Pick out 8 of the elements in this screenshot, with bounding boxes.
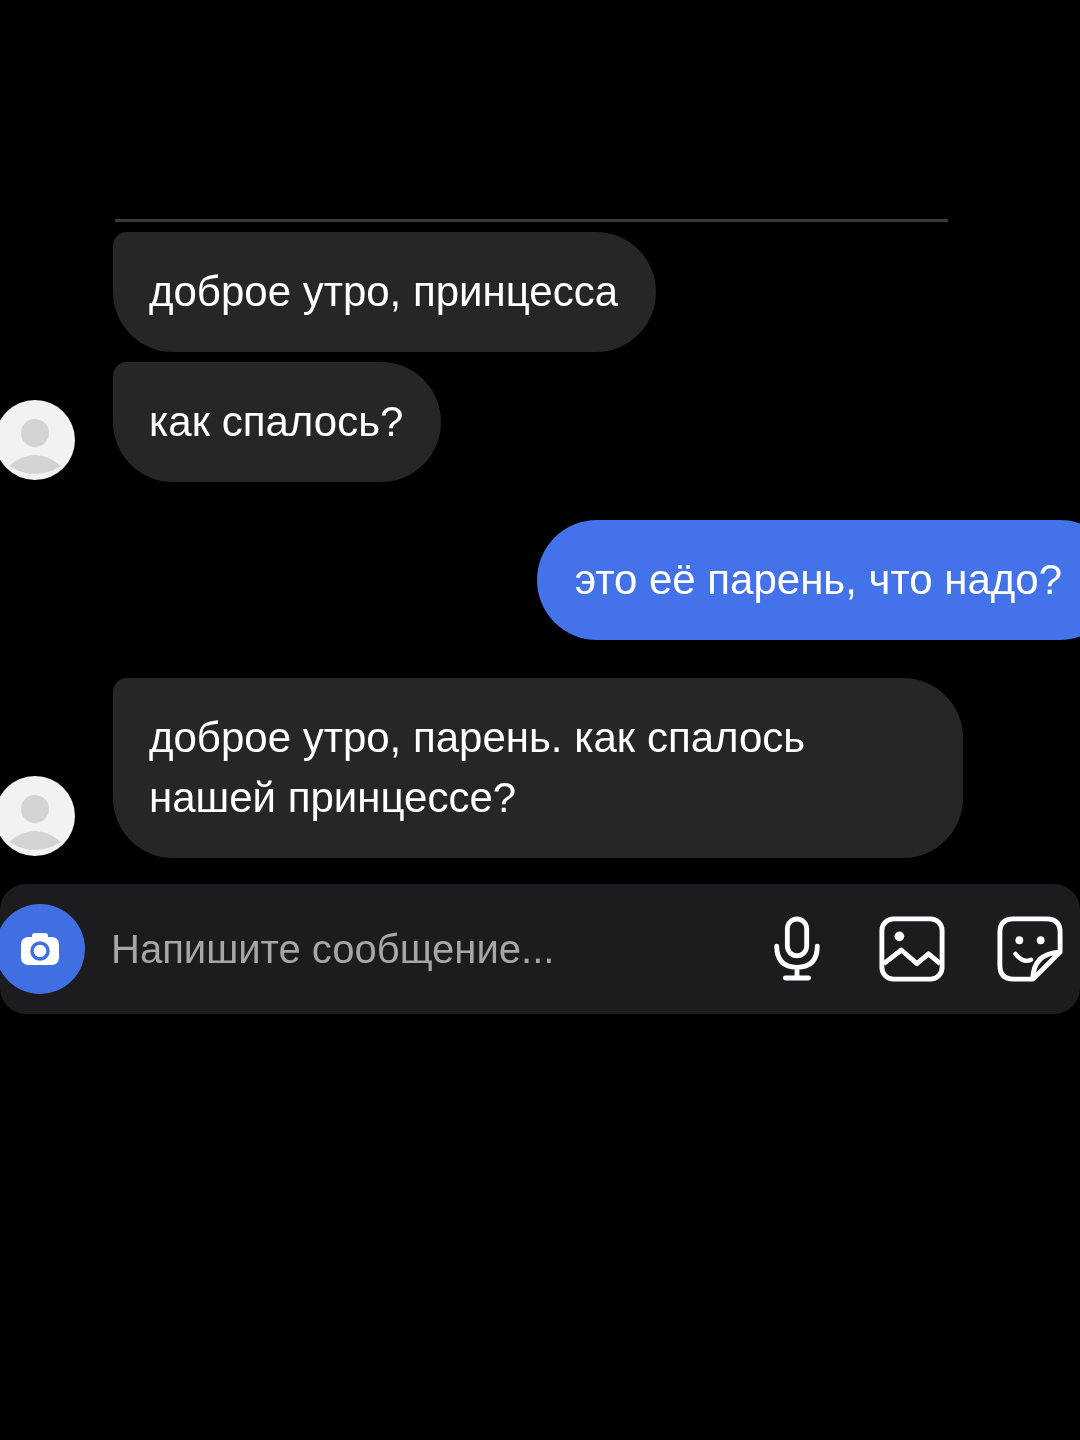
message-bubble: как спалось? [113, 362, 442, 482]
message-bubble: доброе утро, принцесса [113, 232, 656, 352]
message-bubble: это её парень, что надо? [536, 520, 1080, 640]
image-icon[interactable] [878, 915, 946, 983]
camera-icon [20, 932, 60, 966]
message-bubble: доброе утро, парень. как спалось нашей принцессе? [113, 678, 963, 858]
message-field[interactable]: Напишите сообщение... [111, 926, 768, 972]
sticker-icon[interactable] [996, 915, 1064, 983]
